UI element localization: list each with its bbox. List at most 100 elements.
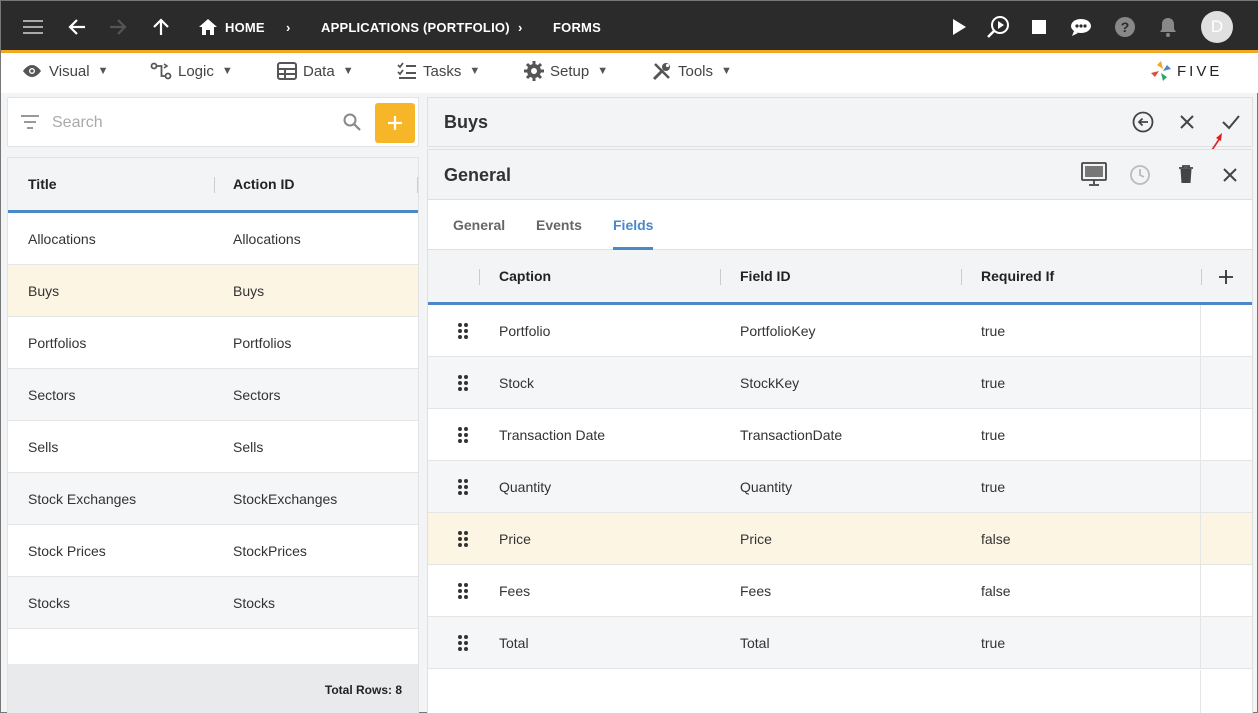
- cell-title: Stock Prices: [28, 542, 106, 559]
- column-divider: [1200, 565, 1201, 617]
- monitor-icon[interactable]: [1080, 160, 1108, 188]
- cell-caption: Price: [499, 530, 531, 547]
- field-row[interactable]: Quantity Quantity true: [428, 461, 1252, 513]
- form-title: Buys: [444, 112, 489, 132]
- bell-icon[interactable]: [1159, 1, 1177, 53]
- cell-required-if: true: [981, 374, 1006, 391]
- field-row[interactable]: Fees Fees false: [428, 565, 1252, 617]
- table-icon: [277, 62, 297, 80]
- help-icon[interactable]: ?: [1114, 1, 1136, 53]
- tab-bar: General Events Fields: [428, 200, 1252, 250]
- menu-logic[interactable]: Logic ▼: [150, 53, 233, 89]
- stop-icon[interactable]: [1032, 1, 1046, 53]
- cell-caption: Stock: [499, 374, 535, 391]
- svg-text:?: ?: [1121, 19, 1130, 35]
- menu-tasks[interactable]: Tasks ▼: [397, 53, 480, 89]
- list-row[interactable]: Stock Exchanges StockExchanges: [8, 473, 418, 525]
- caret-down-icon: ▼: [342, 65, 354, 77]
- search-play-icon[interactable]: [986, 1, 1010, 53]
- cell-action-id: Allocations: [233, 230, 301, 247]
- five-logo-icon: [1151, 61, 1171, 81]
- fields-grid-header: Caption Field ID Required If: [428, 250, 1252, 305]
- drag-handle-icon[interactable]: [456, 374, 470, 392]
- list-row[interactable]: Buys Buys: [8, 265, 418, 317]
- list-row[interactable]: Sells Sells: [8, 421, 418, 473]
- cell-required-if: true: [981, 322, 1006, 339]
- back-arrow-icon[interactable]: [67, 1, 87, 53]
- column-divider: [1200, 461, 1201, 513]
- user-avatar[interactable]: D: [1201, 1, 1233, 53]
- cell-field-id: Total: [740, 634, 770, 651]
- list-row[interactable]: Portfolios Portfolios: [8, 317, 418, 369]
- history-icon[interactable]: [1126, 161, 1154, 189]
- chevron-right-icon: ›: [518, 19, 523, 35]
- menu-setup[interactable]: Setup ▼: [524, 53, 608, 89]
- drag-handle-icon[interactable]: [456, 426, 470, 444]
- delete-icon[interactable]: [1172, 160, 1200, 188]
- forward-arrow-icon[interactable]: [108, 1, 128, 53]
- menu-data[interactable]: Data ▼: [277, 53, 354, 89]
- menu-label: Tools: [678, 62, 714, 80]
- breadcrumb-home[interactable]: HOME: [199, 1, 265, 53]
- field-row[interactable]: Transaction Date TransactionDate true: [428, 409, 1252, 461]
- caret-down-icon: ▼: [469, 65, 481, 77]
- column-divider: [1200, 513, 1201, 565]
- field-row[interactable]: Total Total true: [428, 617, 1252, 669]
- drag-handle-icon[interactable]: [456, 530, 470, 548]
- column-header-action-id[interactable]: Action ID: [233, 158, 294, 210]
- add-button[interactable]: [375, 103, 415, 143]
- tab-events[interactable]: Events: [536, 200, 582, 249]
- menu-visual[interactable]: Visual ▼: [21, 53, 108, 89]
- search-icon[interactable]: [343, 113, 361, 131]
- breadcrumb-forms[interactable]: FORMS: [553, 1, 601, 53]
- breadcrumb-applications[interactable]: APPLICATIONS (PORTFOLIO): [321, 1, 510, 53]
- caret-down-icon: ▼: [721, 65, 732, 77]
- cell-required-if: false: [981, 530, 1011, 547]
- menu-icon[interactable]: [23, 1, 43, 53]
- close-icon[interactable]: [1216, 161, 1244, 189]
- field-row[interactable]: Stock StockKey true: [428, 357, 1252, 409]
- column-header-title[interactable]: Title: [28, 158, 57, 210]
- column-header-field-id[interactable]: Field ID: [740, 250, 791, 302]
- cell-caption: Fees: [499, 582, 531, 599]
- field-row[interactable]: Portfolio PortfolioKey true: [428, 305, 1252, 357]
- list-row[interactable]: Allocations Allocations: [8, 213, 418, 265]
- menu-bar: Visual ▼ Logic ▼ Data ▼ Tasks ▼ Setup ▼ Tools…: [1, 53, 1258, 93]
- column-divider: [961, 269, 962, 285]
- cell-caption: Transaction Date: [499, 426, 606, 443]
- cell-required-if: true: [981, 426, 1006, 443]
- previous-icon[interactable]: [1129, 108, 1157, 136]
- list-row[interactable]: Stocks Stocks: [8, 577, 418, 629]
- field-row[interactable]: Price Price false: [428, 513, 1252, 565]
- column-divider: [417, 177, 418, 193]
- column-header-required-if[interactable]: Required If: [981, 250, 1054, 302]
- up-arrow-icon[interactable]: [151, 1, 171, 53]
- breadcrumb-item: HOME: [225, 19, 265, 35]
- list-row[interactable]: Stock Prices StockPrices: [8, 525, 418, 577]
- menu-tools[interactable]: Tools ▼: [652, 53, 732, 89]
- search-input[interactable]: [52, 111, 332, 135]
- cell-action-id: StockPrices: [233, 542, 307, 559]
- tab-general[interactable]: General: [453, 200, 505, 249]
- menu-label: Setup: [550, 62, 590, 80]
- gear-icon: [524, 61, 544, 81]
- caret-down-icon: ▼: [97, 65, 109, 77]
- tab-fields[interactable]: Fields: [613, 200, 654, 250]
- list-row[interactable]: Sectors Sectors: [8, 369, 418, 421]
- drag-handle-icon[interactable]: [456, 634, 470, 652]
- column-header-caption[interactable]: Caption: [499, 250, 551, 302]
- drag-handle-icon[interactable]: [456, 582, 470, 600]
- cell-title: Buys: [28, 282, 60, 299]
- menu-label: Tasks: [423, 62, 462, 80]
- filter-icon[interactable]: [21, 115, 39, 129]
- cell-field-id: PortfolioKey: [740, 322, 816, 339]
- search-bar: [7, 97, 419, 147]
- chat-icon[interactable]: [1069, 1, 1093, 53]
- drag-handle-icon[interactable]: [456, 322, 470, 340]
- play-icon[interactable]: [951, 1, 967, 53]
- drag-handle-icon[interactable]: [456, 478, 470, 496]
- cell-action-id: Sectors: [233, 386, 281, 403]
- close-icon[interactable]: [1173, 108, 1201, 136]
- column-divider: [479, 269, 480, 285]
- add-field-icon[interactable]: [1212, 263, 1240, 291]
